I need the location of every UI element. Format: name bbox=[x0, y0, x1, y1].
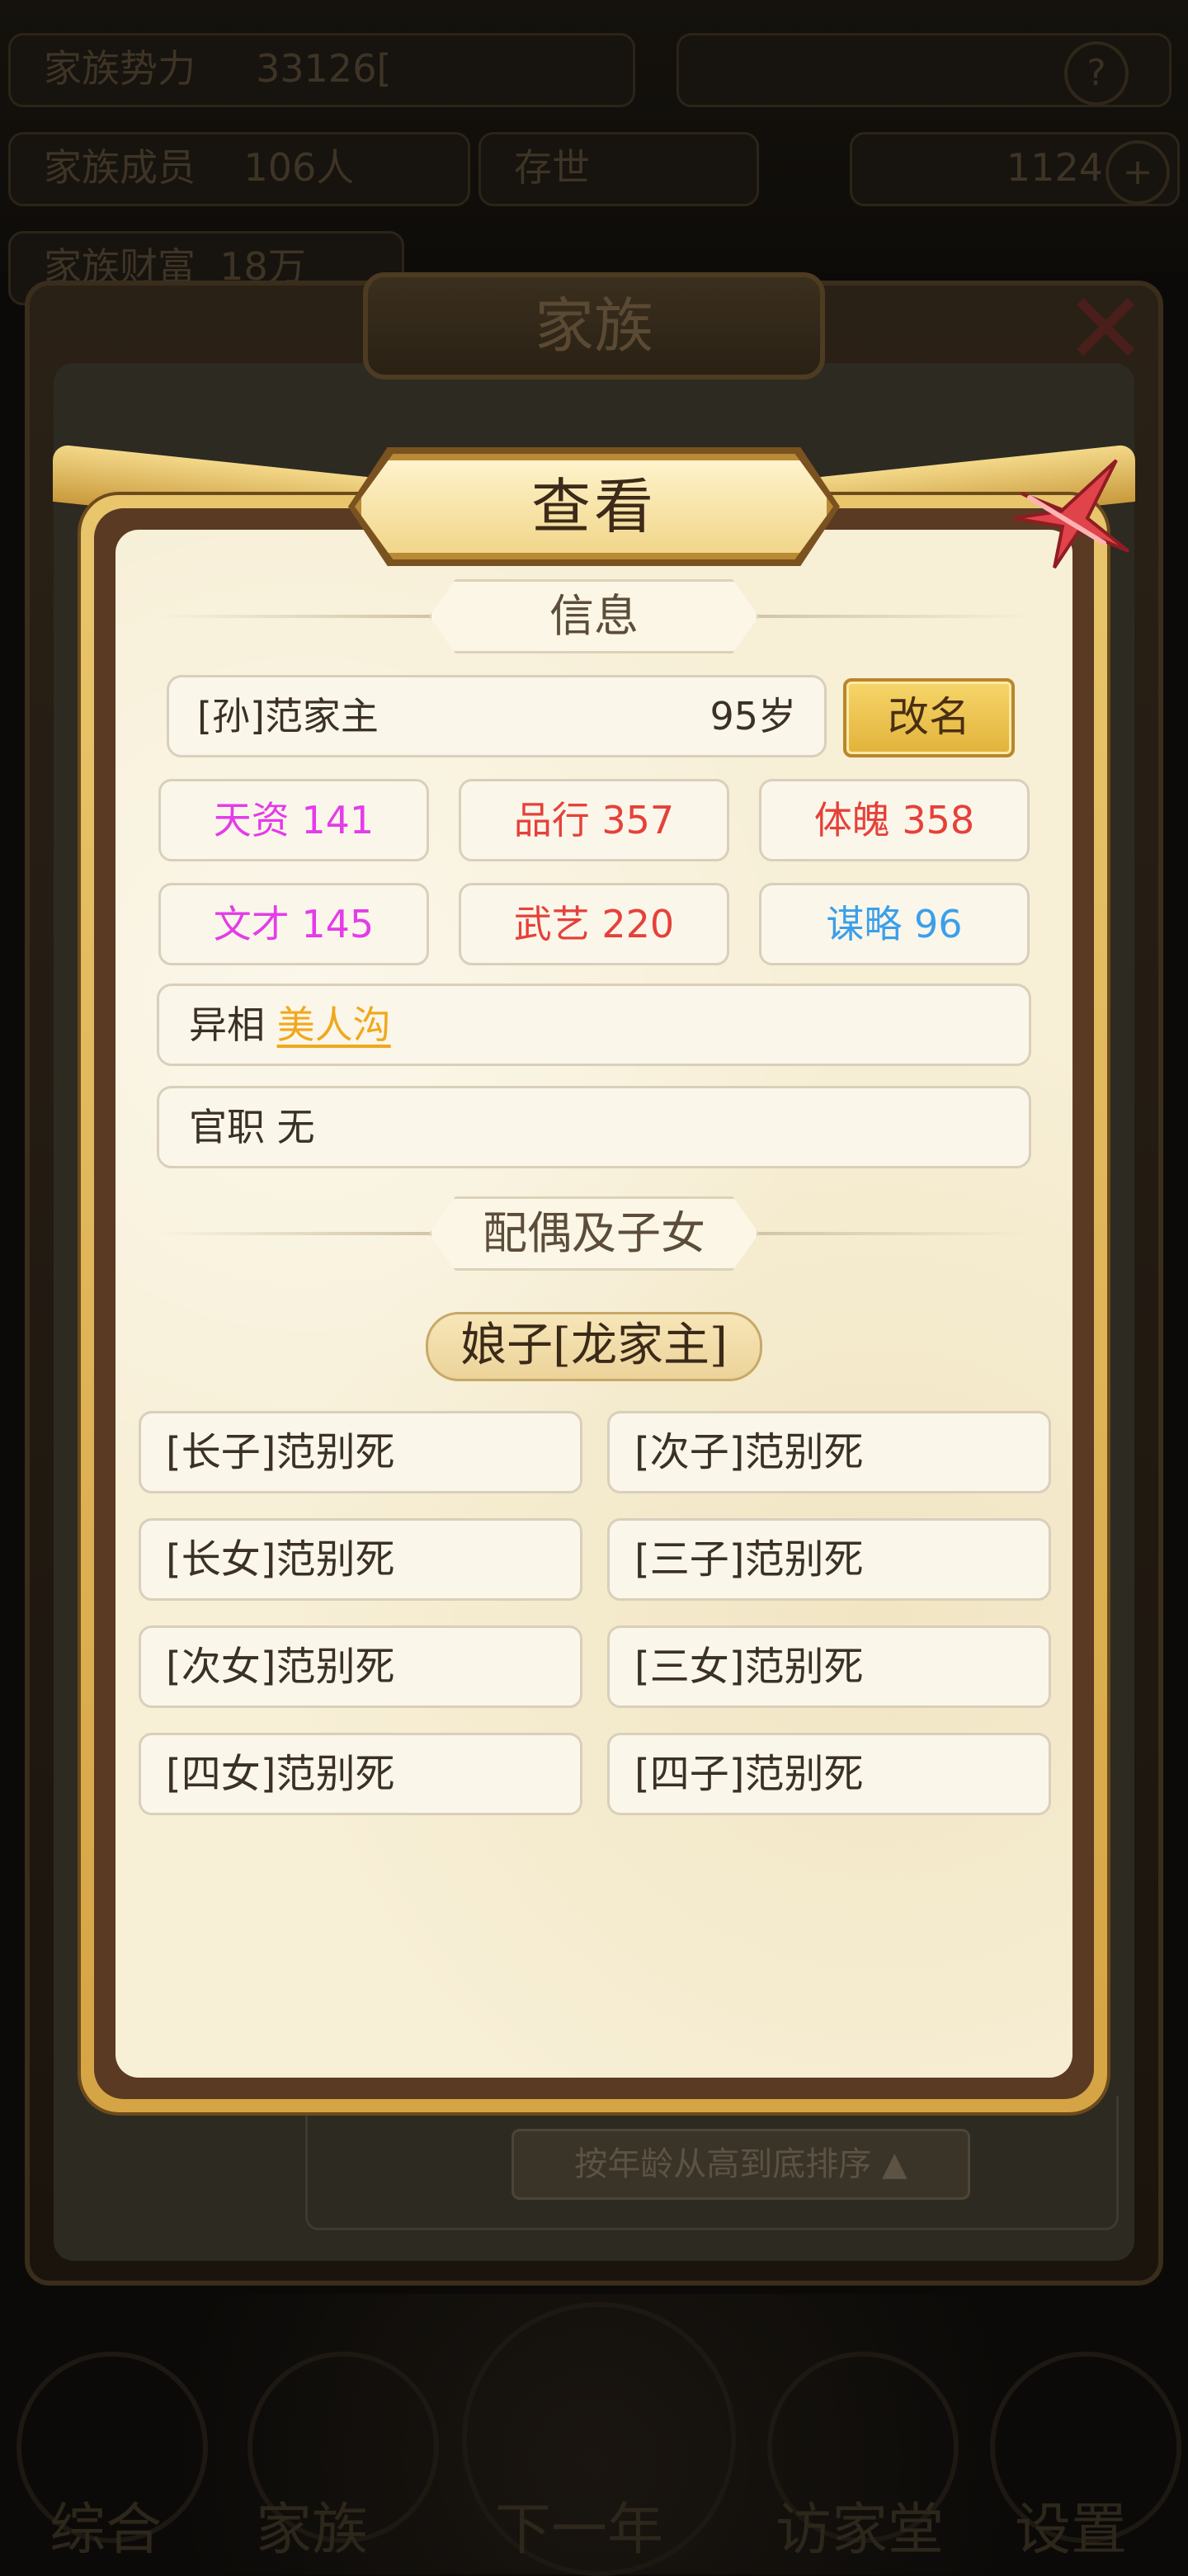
dialog-body bbox=[116, 530, 1072, 2078]
stat-talent-label: 天资 141 bbox=[213, 798, 375, 842]
child-item[interactable]: [三子]范别死 bbox=[607, 1518, 1051, 1601]
child-item[interactable]: [次女]范别死 bbox=[139, 1625, 582, 1708]
bg-power-box: 家族势力 33126[ bbox=[8, 33, 635, 107]
bg-members-box: 家族成员 106人 bbox=[8, 132, 470, 206]
trait-field: 异相 美人沟 bbox=[157, 984, 1031, 1066]
info-section-header: 信息 bbox=[157, 579, 1031, 653]
child-name: [长女]范别死 bbox=[166, 1536, 395, 1583]
child-item[interactable]: [四女]范别死 bbox=[139, 1733, 582, 1815]
person-name: [孙]范家主 bbox=[197, 694, 379, 738]
family-panel-title: 家族 bbox=[363, 272, 825, 380]
bg-members-value: 106人 bbox=[243, 145, 355, 190]
stat-physique-label: 体魄 358 bbox=[813, 798, 975, 842]
family-section-header: 配偶及子女 bbox=[157, 1196, 1031, 1271]
spouse-label[interactable]: 娘子[龙家主] bbox=[426, 1312, 762, 1381]
nav-label-settings: 设置 bbox=[1015, 2498, 1128, 2563]
trait-value-link[interactable]: 美人沟 bbox=[277, 1003, 391, 1047]
child-name: [长子]范别死 bbox=[166, 1429, 395, 1475]
trait-label: 异相 bbox=[189, 1003, 265, 1047]
stat-literature-label: 文才 145 bbox=[213, 902, 375, 946]
rename-label: 改名 bbox=[888, 693, 970, 741]
close-icon bbox=[1012, 459, 1130, 569]
child-name: [四女]范别死 bbox=[166, 1751, 395, 1797]
child-item[interactable]: [四子]范别死 bbox=[607, 1733, 1051, 1815]
sort-button: 按年龄从高到底排序 ▲ bbox=[512, 2129, 970, 2200]
nav-label-family: 家族 bbox=[256, 2498, 369, 2563]
bg-power-label: 家族势力 bbox=[44, 46, 196, 91]
stat-conduct-label: 品行 357 bbox=[513, 798, 675, 842]
office-field: 官职 无 bbox=[157, 1086, 1031, 1168]
close-button[interactable] bbox=[1005, 452, 1137, 576]
stat-conduct: 品行 357 bbox=[459, 779, 729, 861]
person-age: 95岁 bbox=[710, 694, 796, 738]
family-close-icon: ✕ bbox=[1064, 272, 1148, 387]
stat-strategy-label: 谋略 96 bbox=[826, 902, 963, 946]
divider-line-left bbox=[157, 615, 446, 618]
child-item[interactable]: [长女]范别死 bbox=[139, 1518, 582, 1601]
bg-power-value: 33126[ bbox=[256, 46, 392, 91]
child-item[interactable]: [三女]范别死 bbox=[607, 1625, 1051, 1708]
help-icon: ? bbox=[1064, 41, 1129, 106]
stat-martial-label: 武艺 220 bbox=[513, 902, 675, 946]
person-name-field: [孙]范家主 95岁 bbox=[167, 675, 827, 757]
bg-count-value: 1124 bbox=[1006, 145, 1103, 190]
divider-line-left bbox=[157, 1232, 446, 1235]
child-name: [次女]范别死 bbox=[166, 1644, 395, 1690]
child-name: [三女]范别死 bbox=[634, 1644, 864, 1690]
dialog-title-plate: 查看 bbox=[355, 454, 833, 559]
divider-line-right bbox=[742, 615, 1031, 618]
bg-alive-label: 存世 bbox=[514, 145, 590, 190]
sort-label: 按年龄从高到底排序 bbox=[574, 2145, 872, 2183]
stat-martial: 武艺 220 bbox=[459, 883, 729, 965]
stat-physique: 体魄 358 bbox=[759, 779, 1030, 861]
divider-line-right bbox=[742, 1232, 1031, 1235]
dialog-title: 查看 bbox=[530, 472, 657, 541]
stat-literature: 文才 145 bbox=[158, 883, 429, 965]
child-item[interactable]: [次子]范别死 bbox=[607, 1411, 1051, 1493]
child-item[interactable]: [长子]范别死 bbox=[139, 1411, 582, 1493]
nav-label-visit: 访家堂 bbox=[776, 2498, 945, 2563]
office-value: 无 bbox=[276, 1105, 315, 1149]
child-name: [次子]范别死 bbox=[634, 1429, 864, 1475]
spouse-name: 娘子[龙家主] bbox=[460, 1319, 728, 1372]
bg-alive-box: 存世 bbox=[478, 132, 759, 206]
rename-button[interactable]: 改名 bbox=[843, 678, 1015, 757]
nav-label-overview: 综合 bbox=[50, 2498, 163, 2563]
info-section-title: 信息 bbox=[429, 579, 759, 653]
nav-label-next-year: 下一年 bbox=[495, 2498, 664, 2563]
stat-talent: 天资 141 bbox=[158, 779, 429, 861]
office-label: 官职 bbox=[189, 1105, 265, 1149]
family-section-title: 配偶及子女 bbox=[429, 1196, 759, 1271]
child-name: [三子]范别死 bbox=[634, 1536, 864, 1583]
child-name: [四子]范别死 bbox=[634, 1751, 864, 1797]
add-icon: + bbox=[1106, 140, 1170, 205]
stat-strategy: 谋略 96 bbox=[759, 883, 1030, 965]
bg-members-label: 家族成员 bbox=[44, 145, 196, 190]
